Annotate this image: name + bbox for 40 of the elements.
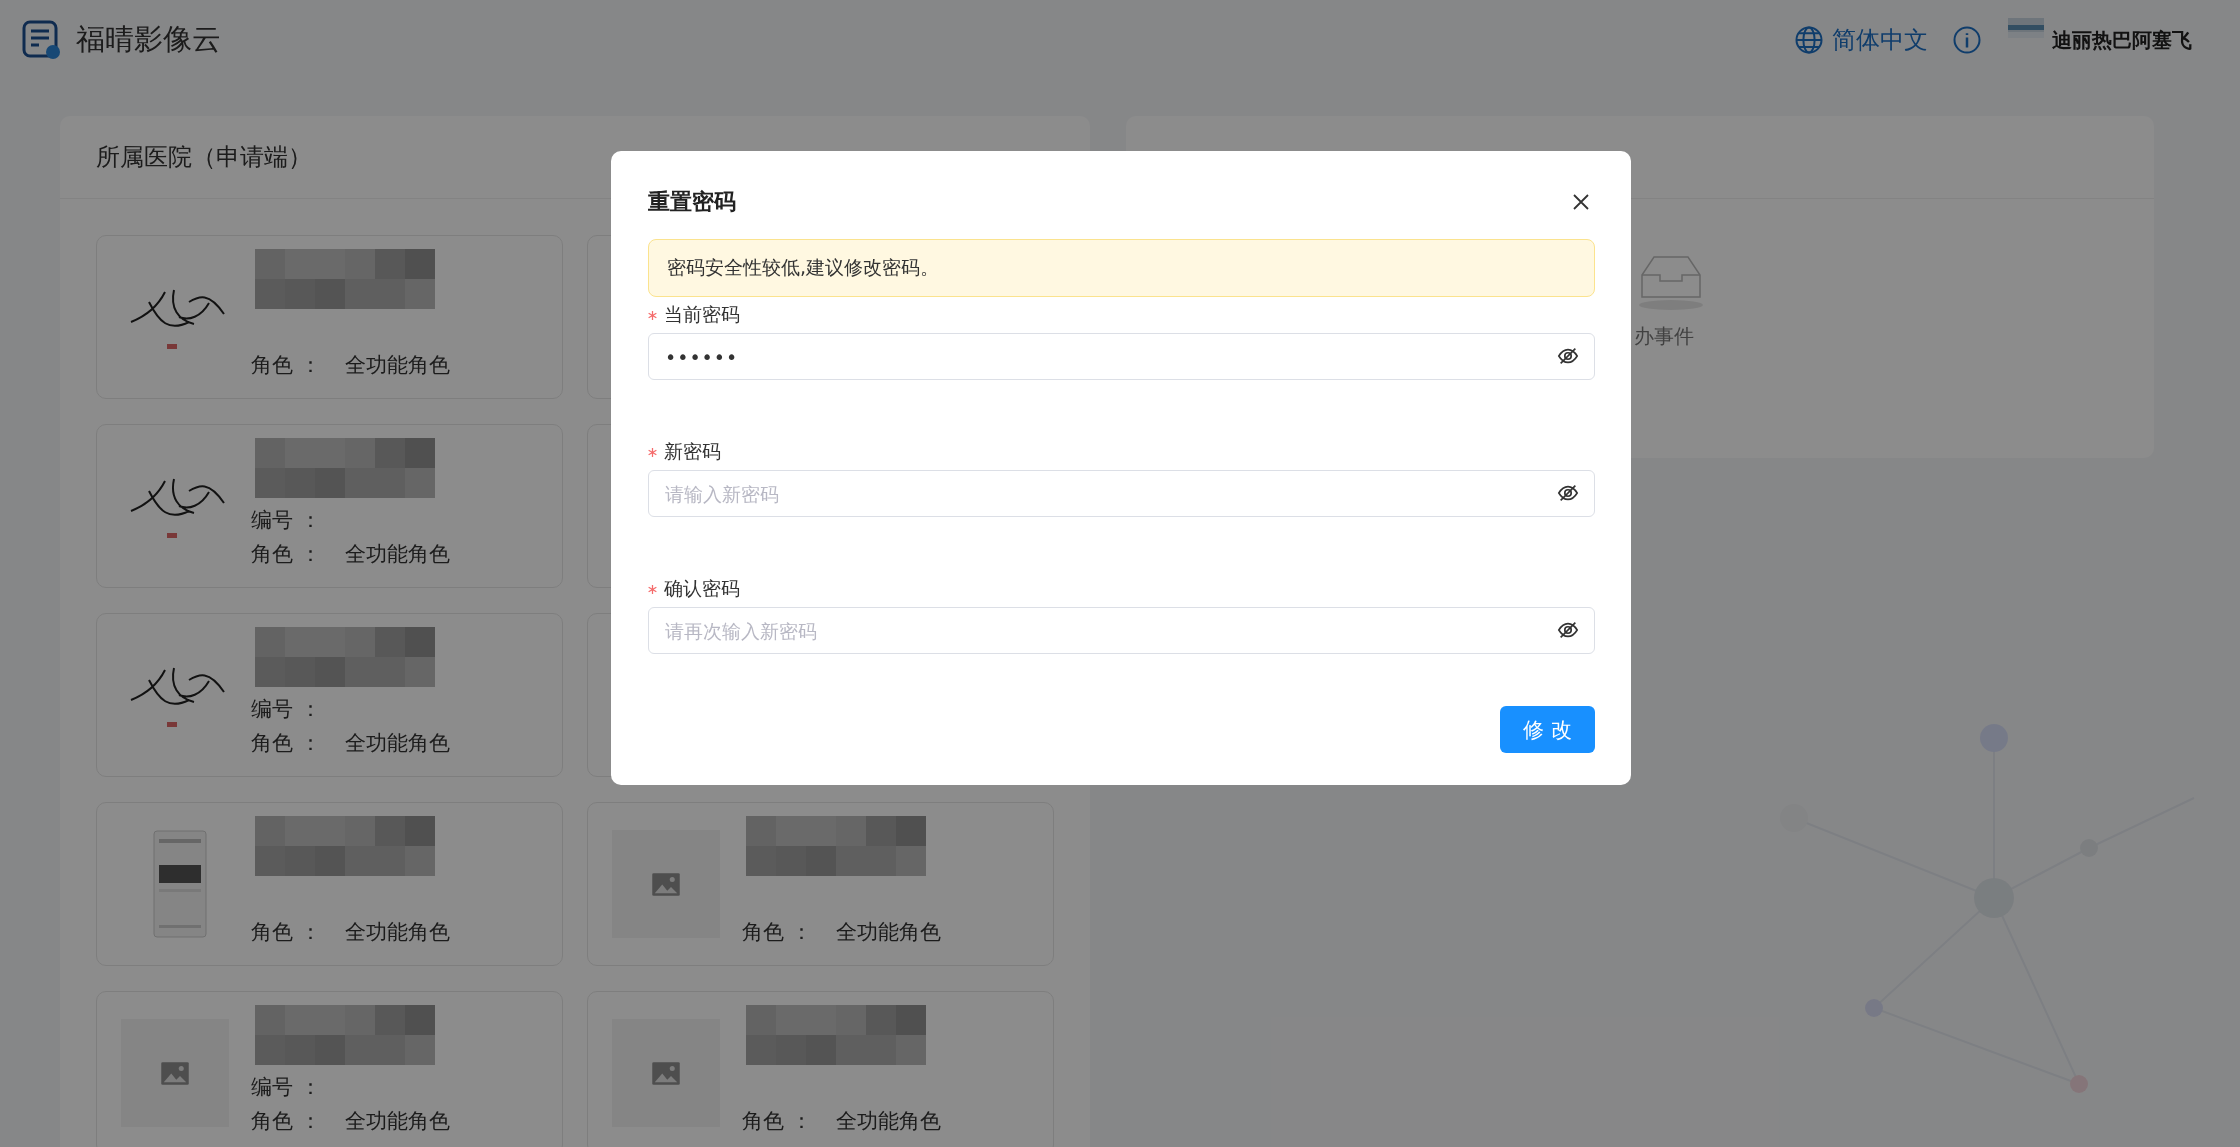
field-label: 当前密码 [664,302,740,327]
eye-off-icon[interactable] [1557,619,1579,641]
number-label: 编号 ： [251,1074,322,1101]
role-label: 角色 ： [251,730,321,757]
role-value: 全功能角色 [344,919,450,946]
number-label: 编号 ： [251,507,322,534]
role-label: 角色 ： [251,1108,321,1135]
role-label: 角色 ： [251,919,321,946]
role-value: 全功能角色 [344,1108,450,1135]
role-value: 全功能角色 [344,352,450,379]
role-value: 全功能角色 [835,1108,941,1135]
warning-alert: 密码安全性较低,建议修改密码。 [648,239,1595,297]
role-value: 全功能角色 [344,730,450,757]
logo-icon [22,20,62,60]
role-value: 全功能角色 [835,919,941,946]
globe-icon[interactable] [1794,25,1824,55]
language-link[interactable]: 简体中文 [1832,24,1928,56]
panel-title: 所属医院（申请端） [96,142,312,173]
password-field[interactable]: 请输入新密码 [648,470,1595,517]
role-label: 角色 ： [251,541,321,568]
user-name[interactable]: 迪丽热巴阿塞飞 [2052,26,2192,54]
role-label: 角色 ： [742,919,812,946]
role-label: 角色 ： [251,352,321,379]
image-icon [651,871,681,897]
app-name: 福晴影像云 [76,21,221,58]
field-label: 确认密码 [664,576,740,601]
number-label: 编号 ： [251,696,322,723]
eye-off-icon[interactable] [1557,345,1579,367]
image-icon [651,1060,681,1086]
image-icon [160,1060,190,1086]
role-value: 全功能角色 [344,541,450,568]
dialog-title: 重置密码 [648,188,736,216]
empty-text: 办事件 [1634,323,1694,350]
field-label: 新密码 [664,439,721,464]
eye-off-icon[interactable] [1557,482,1579,504]
password-field[interactable]: •••••• [648,333,1595,380]
password-field[interactable]: 请再次输入新密码 [648,607,1595,654]
info-icon[interactable] [1952,25,1982,55]
role-label: 角色 ： [742,1108,812,1135]
submit-button[interactable]: 修 改 [1500,706,1595,753]
